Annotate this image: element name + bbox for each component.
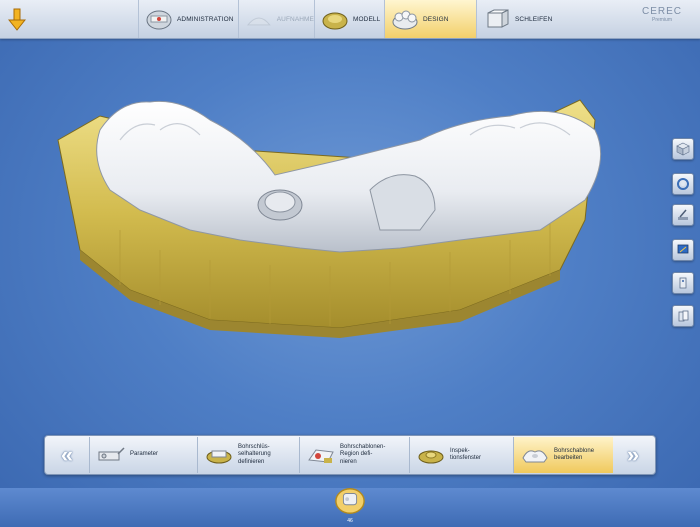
restoration-icon: [335, 488, 365, 514]
phase-label: SCHLEIFEN: [515, 15, 553, 23]
modell-icon: [322, 12, 348, 30]
key-holder-icon: [206, 450, 232, 464]
step-parameter[interactable]: Parameter: [89, 437, 197, 473]
step-label: Bohrschlüs- selhalterung definieren: [238, 443, 271, 465]
step-bohrschablonen-region[interactable]: Bohrschablonen- Region defi- nieren: [299, 437, 409, 473]
phase-schleifen[interactable]: SCHLEIFEN: [476, 0, 566, 38]
phase-label: DESIGN: [423, 15, 449, 23]
cerec-logo: CEREC Premium: [642, 6, 682, 23]
logo-title: CEREC: [641, 6, 682, 17]
phase-label: MODELL: [353, 15, 381, 23]
info-button[interactable]: [672, 272, 694, 294]
step-bohrschablone-bearbeiten[interactable]: Bohrschablone bearbeiten: [513, 437, 613, 473]
back-home-button[interactable]: [0, 0, 34, 38]
administration-icon: [146, 10, 172, 30]
restoration-tray-button[interactable]: [332, 484, 368, 518]
schleifen-icon: [487, 9, 509, 28]
tooth-number-label: 46: [347, 518, 353, 524]
catalog-icon: [678, 310, 689, 322]
rotate-icon: [677, 178, 689, 190]
aufnahme-icon: [246, 17, 271, 26]
phase-administration[interactable]: ADMINISTRATION: [138, 0, 238, 38]
step-label: Inspek- tionsfenster: [450, 447, 482, 462]
phase-modell[interactable]: MODELL: [314, 0, 384, 38]
tool-button[interactable]: [672, 204, 694, 226]
monitor-icon: [677, 244, 689, 254]
inspection-icon: [418, 450, 444, 464]
view-cube-icon: [676, 142, 690, 156]
view-cube-button[interactable]: [672, 138, 694, 160]
phase-label: ADMINISTRATION: [177, 15, 234, 23]
edit-guide-icon: [522, 450, 548, 463]
step-bohrschluesselhalterung[interactable]: Bohrschlüs- selhalterung definieren: [197, 437, 299, 473]
phase-label: AUFNAHME: [276, 15, 314, 23]
logo-subtitle: Premium: [651, 17, 672, 23]
step-label: Parameter: [130, 451, 159, 458]
step-label: Bohrschablonen- Region defi- nieren: [340, 443, 386, 465]
region-icon: [308, 449, 334, 463]
tool-icon: [678, 209, 688, 220]
design-icon: [392, 10, 418, 30]
step-label: Bohrschablone bearbeiten: [554, 447, 595, 462]
info-icon: [679, 277, 687, 289]
design-step-bar: « Parameter Bohrschlüs- selhalterung def…: [44, 435, 656, 475]
model-viewport[interactable]: [40, 80, 660, 350]
down-arrow-icon: [8, 8, 26, 31]
phase-bar: ADMINISTRATION AUFNAHME MODELL DESIGN SC…: [0, 0, 700, 39]
phase-aufnahme: AUFNAHME: [238, 0, 314, 38]
step-next-button[interactable]: »: [613, 437, 653, 473]
step-inspektionsfenster[interactable]: Inspek- tionsfenster: [409, 437, 513, 473]
rotate-button[interactable]: [672, 173, 694, 195]
parameter-icon: [98, 447, 125, 461]
monitor-button[interactable]: [672, 239, 694, 261]
step-prev-button[interactable]: «: [47, 437, 87, 473]
phase-design[interactable]: DESIGN: [384, 0, 476, 38]
catalog-button[interactable]: [672, 305, 694, 327]
